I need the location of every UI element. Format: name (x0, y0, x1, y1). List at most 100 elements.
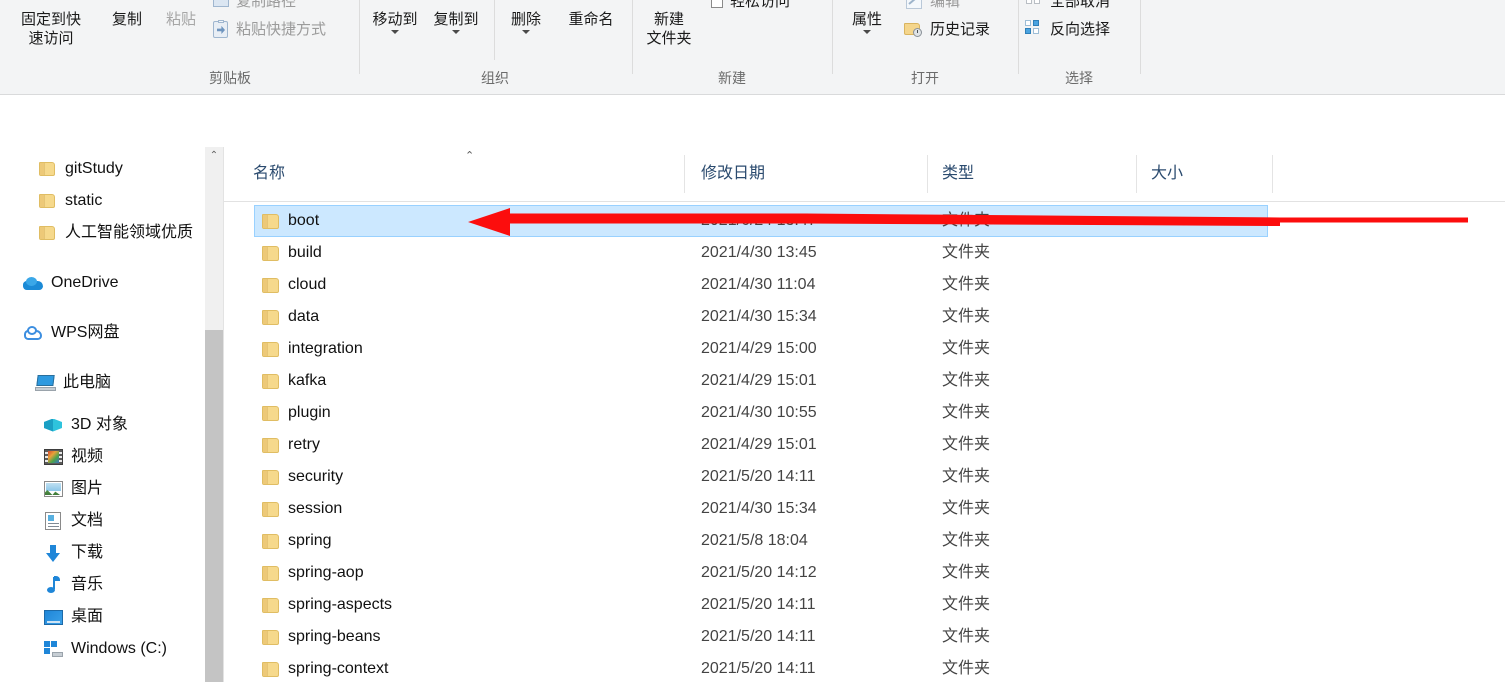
file-type: 文件夹 (942, 468, 991, 485)
new-folder-button[interactable]: 新建 文件夹 (636, 10, 702, 48)
file-name: spring-aspects (288, 596, 393, 613)
folder-icon (36, 194, 58, 208)
nav-item-desktop[interactable]: 桌面 (0, 601, 103, 633)
table-row[interactable]: session 2021/4/30 15:34 文件夹 (224, 493, 1505, 525)
documents-icon (42, 512, 64, 530)
file-date-modified: 2021/4/30 11:04 (701, 276, 816, 293)
easy-access-label[interactable]: 轻松访问 (730, 0, 790, 12)
address-bar: ← → ⌄ ↑ ❯ 此电脑 ❯ OTDisk1 (D:) ❯ install ❯… (0, 95, 1505, 232)
column-header-date-label: 修改日期 (701, 165, 766, 182)
column-header-date-modified[interactable]: 修改日期 (701, 147, 765, 201)
nav-item-label: gitStudy (65, 160, 123, 177)
scroll-up-arrow-icon[interactable]: ⌃ (205, 147, 223, 164)
file-type: 文件夹 (942, 596, 991, 613)
group-label-new: 新建 (718, 70, 746, 86)
paste-shortcut-label[interactable]: 粘贴快捷方式 (236, 20, 326, 40)
file-type: 文件夹 (942, 564, 991, 581)
file-date-modified: 2021/4/29 15:00 (701, 340, 817, 357)
nav-item-label: 此电脑 (63, 374, 112, 391)
file-type: 文件夹 (942, 404, 991, 421)
nav-item-this-pc[interactable]: 此电脑 (0, 367, 111, 399)
column-header-type-label: 类型 (942, 165, 975, 182)
file-type: 文件夹 (942, 276, 991, 293)
file-date-modified: 2021/5/20 14:11 (701, 660, 816, 677)
column-header-name[interactable]: 名称 (253, 147, 285, 201)
folder-icon (262, 245, 279, 261)
nav-item-3d-objects[interactable]: 3D 对象 (0, 409, 128, 441)
file-type: 文件夹 (942, 340, 991, 357)
invert-selection-label[interactable]: 反向选择 (1050, 20, 1110, 40)
history-label[interactable]: 历史记录 (930, 20, 990, 40)
delete-button[interactable]: 删除 (503, 10, 549, 34)
nav-item-ai-resources[interactable]: 人工智能领域优质 (0, 217, 193, 249)
nav-item-videos[interactable]: 视频 (0, 441, 103, 473)
file-type: 文件夹 (942, 532, 991, 549)
copy-to-button[interactable]: 复制到 (427, 10, 485, 34)
table-row[interactable]: integration 2021/4/29 15:00 文件夹 (224, 333, 1505, 365)
table-row[interactable]: security 2021/5/20 14:11 文件夹 (224, 461, 1505, 493)
file-date-modified: 2021/4/30 13:45 (701, 244, 817, 261)
3d-objects-icon (42, 417, 64, 434)
nav-item-windows-c[interactable]: Windows (C:) (0, 633, 167, 665)
nav-item-label: 文档 (71, 512, 104, 529)
file-type: 文件夹 (942, 660, 991, 677)
file-type: 文件夹 (942, 308, 991, 325)
nav-item-documents[interactable]: 文档 (0, 505, 103, 537)
table-row[interactable]: cloud 2021/4/30 11:04 文件夹 (224, 269, 1505, 301)
nav-item-static[interactable]: static (0, 185, 102, 217)
navigation-pane: gitStudy static 人工智能领域优质 OneDrive WPS网盘 … (0, 147, 205, 682)
table-row[interactable]: spring-aop 2021/5/20 14:12 文件夹 (224, 557, 1505, 589)
copy-path-label[interactable]: 复制路径 (236, 0, 296, 12)
new-folder-label-1: 新建 (653, 11, 684, 28)
select-none-label[interactable]: 全部取消 (1050, 0, 1110, 12)
table-row[interactable]: spring 2021/5/8 18:04 文件夹 (224, 525, 1505, 557)
file-list[interactable]: boot 2021/6/24 13:47 文件夹 build 2021/4/30… (224, 202, 1505, 682)
file-name: spring (288, 532, 332, 549)
file-name: data (288, 308, 320, 325)
file-date-modified: 2021/4/29 15:01 (701, 372, 817, 389)
table-row[interactable]: build 2021/4/30 13:45 文件夹 (224, 237, 1505, 269)
column-header-size-label: 大小 (1151, 165, 1184, 182)
select-none-icon (1026, 0, 1042, 8)
paste-button[interactable]: 粘贴 (152, 10, 210, 29)
column-header-type[interactable]: 类型 (942, 147, 974, 201)
nav-item-pictures[interactable]: 图片 (0, 473, 103, 505)
nav-item-gitstudy[interactable]: gitStudy (0, 153, 123, 185)
file-date-modified: 2021/5/20 14:11 (701, 468, 816, 485)
easy-access-checkbox[interactable] (711, 0, 723, 8)
copy-button[interactable]: 复制 (98, 10, 156, 29)
table-row[interactable]: spring-context 2021/5/20 14:11 文件夹 (224, 653, 1505, 685)
table-row[interactable]: spring-aspects 2021/5/20 14:11 文件夹 (224, 589, 1505, 621)
file-date-modified: 2021/5/20 14:12 (701, 564, 817, 581)
rename-label: 重命名 (568, 11, 614, 28)
new-folder-label-2: 文件夹 (646, 30, 692, 47)
properties-button[interactable]: 属性 (842, 10, 892, 34)
folder-icon (262, 469, 279, 485)
table-row[interactable]: plugin 2021/4/30 10:55 文件夹 (224, 397, 1505, 429)
table-row[interactable]: data 2021/4/30 15:34 文件夹 (224, 301, 1505, 333)
folder-icon (262, 309, 279, 325)
nav-item-wps-cloud[interactable]: WPS网盘 (0, 317, 119, 349)
table-row[interactable]: retry 2021/4/29 15:01 文件夹 (224, 429, 1505, 461)
folder-icon (262, 405, 279, 421)
edit-label[interactable]: 编辑 (930, 0, 960, 12)
table-row[interactable]: spring-beans 2021/5/20 14:11 文件夹 (224, 621, 1505, 653)
table-row[interactable]: boot 2021/6/24 13:47 文件夹 (224, 205, 1505, 237)
navigation-pane-scrollbar[interactable]: ⌃ (205, 147, 223, 682)
nav-item-onedrive[interactable]: OneDrive (0, 267, 119, 299)
nav-item-downloads[interactable]: 下载 (0, 537, 103, 569)
folder-icon (262, 437, 279, 453)
pictures-icon (42, 481, 64, 497)
folder-icon (262, 501, 279, 517)
copy-to-caret-icon (452, 30, 460, 34)
table-row[interactable]: kafka 2021/4/29 15:01 文件夹 (224, 365, 1505, 397)
file-name: spring-beans (288, 628, 381, 645)
nav-item-music[interactable]: 音乐 (0, 569, 103, 601)
scrollbar-thumb[interactable] (205, 330, 223, 682)
column-header-size[interactable]: 大小 (1151, 147, 1183, 201)
file-type: 文件夹 (942, 628, 991, 645)
delete-caret-icon (522, 30, 530, 34)
move-to-button[interactable]: 移动到 (366, 10, 424, 34)
rename-button[interactable]: 重命名 (556, 10, 626, 29)
pin-to-quick-access-button[interactable]: 固定到快 速访问 (8, 10, 94, 48)
